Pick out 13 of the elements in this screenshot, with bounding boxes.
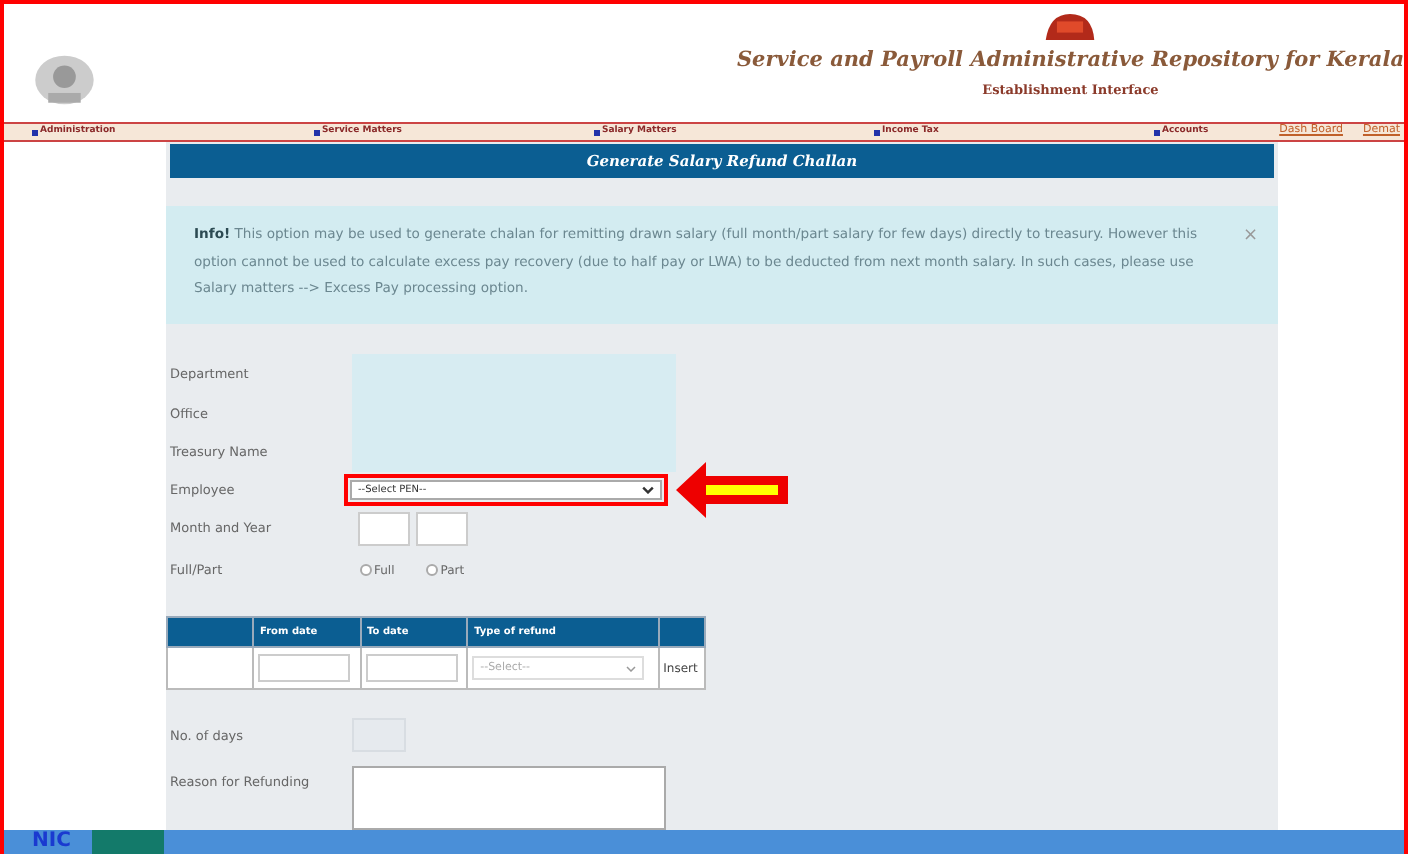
reason-field[interactable] <box>352 766 666 830</box>
chevron-icon <box>626 665 637 671</box>
year-field[interactable] <box>416 511 468 545</box>
footer-block <box>92 830 164 854</box>
site-title: Service and Payroll Administrative Repository for Kerala <box>736 48 1404 72</box>
footer-logo: NIC <box>30 830 73 854</box>
chevron-icon <box>642 485 654 493</box>
radio-button[interactable] <box>426 564 439 576</box>
logo-icon <box>1042 10 1099 44</box>
month-field[interactable] <box>358 511 410 545</box>
radio-button[interactable] <box>360 564 372 576</box>
to-date-field[interactable] <box>365 654 458 682</box>
from-date-field[interactable] <box>258 654 350 682</box>
